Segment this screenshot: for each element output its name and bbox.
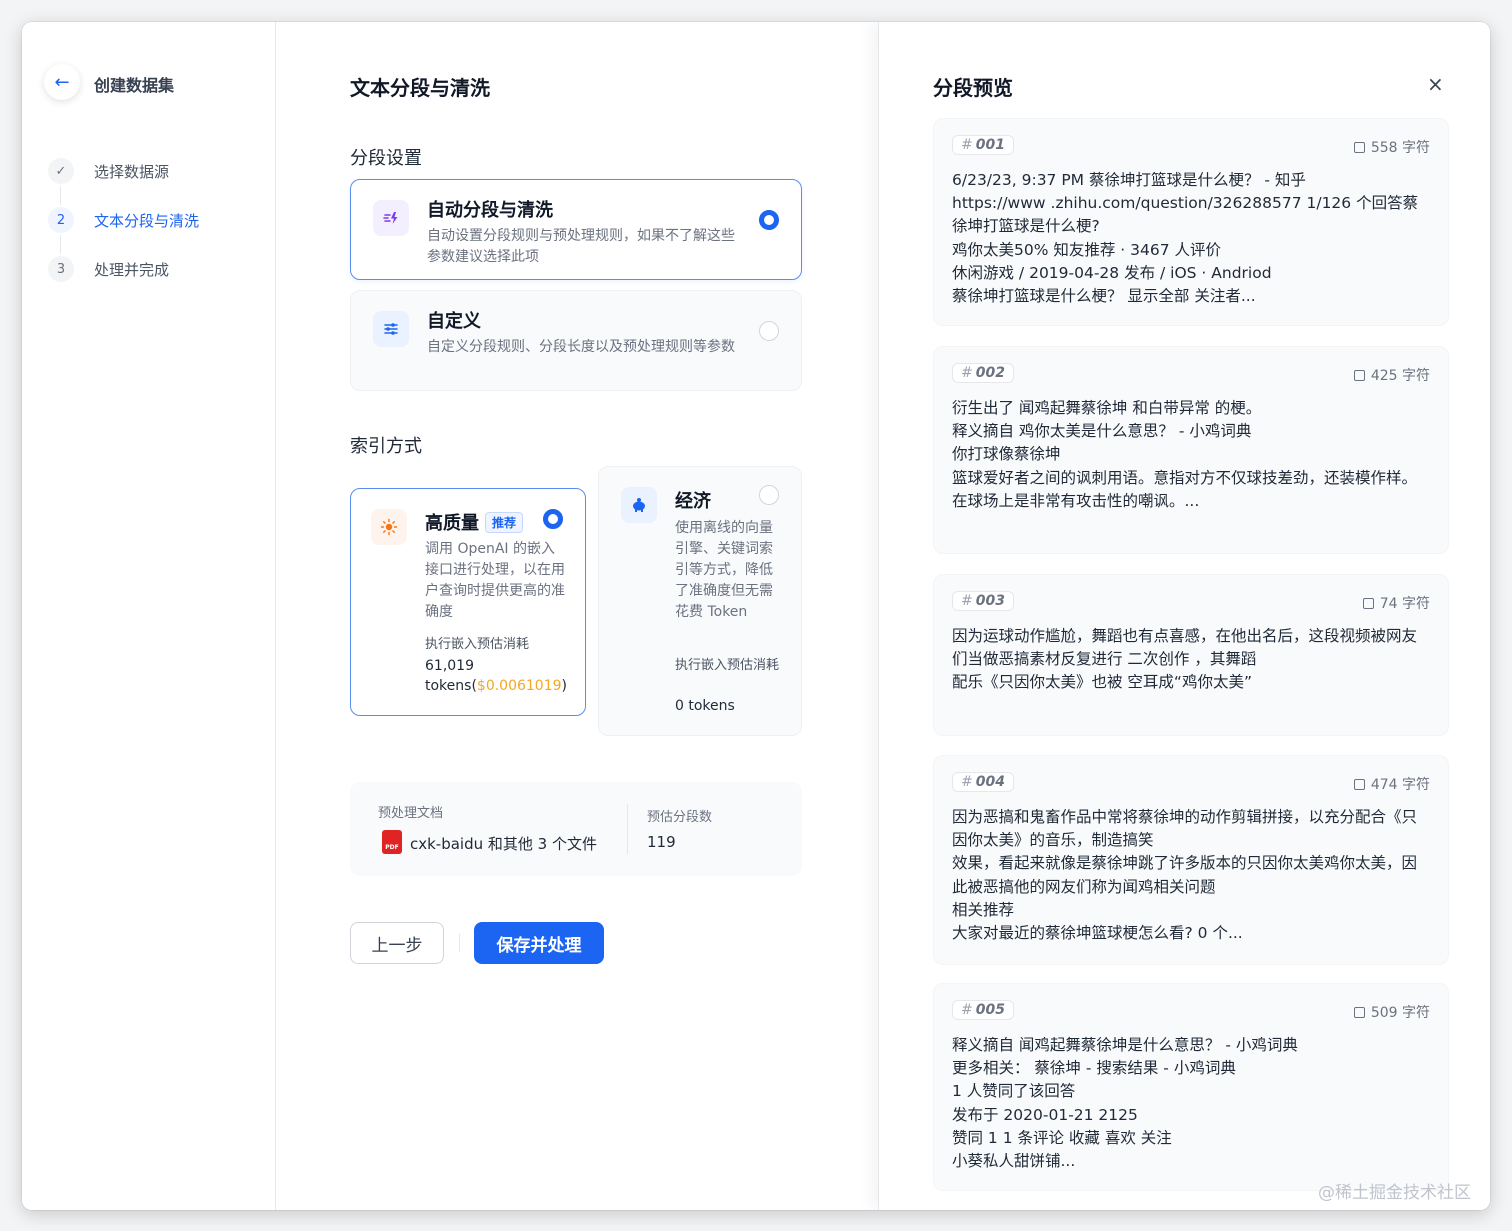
- main-panel: 文本分段与清洗 分段设置 自动分段与清洗 自动设置分段规则与预处理规则，如果不了…: [276, 22, 878, 1210]
- watermark: @稀土掘金技术社区: [1318, 1183, 1471, 1203]
- page-title: 文本分段与清洗: [350, 76, 490, 100]
- chunk-char-count: 558 字符: [1353, 137, 1430, 157]
- step-label: 处理并完成: [94, 261, 170, 279]
- prev-step-button[interactable]: 上一步: [350, 922, 444, 964]
- document-icon: [1353, 779, 1365, 790]
- document-icon: [1353, 370, 1365, 381]
- chunk-char-count: 425 字符: [1353, 365, 1430, 385]
- chunk-id: #005: [952, 1000, 1014, 1020]
- step-list: ✓ 选择数据源 2 文本分段与清洗 3 处理并完成: [48, 158, 199, 305]
- chunk-text: 因为运球动作尴尬，舞蹈也有点喜感，在他出名后，这段视频被网友们当做恶搞素材反复进…: [952, 627, 1418, 692]
- chunk-char-count: 474 字符: [1353, 774, 1430, 794]
- segment-option-custom[interactable]: 自定义 自定义分段规则、分段长度以及预处理规则等参数: [350, 290, 802, 391]
- preview-chunk: #005 509 字符 释义摘自 闻鸡起舞蔡徐坤是什么意思？ - 小鸡词典 更多…: [933, 983, 1449, 1191]
- doc-value: cxk-baidu 和其他 3 个文件: [410, 835, 597, 853]
- segment-count-value: 119: [647, 833, 676, 851]
- cost-price: $0.0061019: [476, 678, 562, 694]
- preview-chunk: #004 474 字符 因为恶搞和鬼畜作品中常将蔡徐坤的动作剪辑拼接，以充分配合…: [933, 755, 1449, 965]
- step-select-source[interactable]: ✓ 选择数据源: [48, 158, 199, 207]
- chunk-char-count: 74 字符: [1362, 593, 1430, 613]
- cost-label: 执行嵌入预估消耗: [675, 658, 780, 673]
- cost-value: 61,019 tokens($0.0061019): [425, 658, 567, 694]
- document-icon: [1353, 142, 1365, 153]
- doc-label: 预处理文档: [378, 806, 444, 821]
- chunk-char-count: 509 字符: [1353, 1002, 1430, 1022]
- preview-title: 分段预览: [933, 76, 1013, 100]
- radio-selected[interactable]: [759, 210, 779, 230]
- document-icon: [1362, 598, 1374, 609]
- save-and-process-button[interactable]: 保存并处理: [474, 922, 604, 964]
- chunk-id: #001: [952, 135, 1014, 155]
- segment-option-auto[interactable]: 自动分段与清洗 自动设置分段规则与预处理规则，如果不了解这些参数建议选择此项: [350, 179, 802, 280]
- step-label: 选择数据源: [94, 163, 170, 181]
- back-button[interactable]: ←: [44, 64, 80, 100]
- divider: [459, 934, 460, 952]
- index-option-desc: 调用 OpenAI 的嵌入接口进行处理，以在用户查询时提供更高的准确度: [425, 541, 565, 620]
- check-icon: ✓: [48, 158, 74, 184]
- index-option-economy[interactable]: 经济 使用离线的向量引擎、关键词索引等方式，降低了准确度但无需花费 Token …: [598, 466, 802, 736]
- sidebar: ← 创建数据集 ✓ 选择数据源 2 文本分段与清洗 3 处理并完成: [22, 22, 276, 1210]
- index-option-desc: 使用离线的向量引擎、关键词索引等方式，降低了准确度但无需花费 Token: [675, 520, 773, 620]
- segment-preview-panel: 分段预览 × #001 558 字符 6/23/23, 9:37 PM 蔡徐坤打…: [878, 22, 1490, 1210]
- document-icon: [1353, 1007, 1365, 1018]
- close-icon[interactable]: ×: [1427, 72, 1444, 96]
- segment-section-title: 分段设置: [350, 148, 422, 169]
- index-option-name: 高质量 推荐: [425, 509, 524, 535]
- step-connector: [60, 186, 61, 205]
- chunk-text: 6/23/23, 9:37 PM 蔡徐坤打篮球是什么梗？ - 知乎 https:…: [952, 171, 1419, 306]
- segment-count-label: 预估分段数: [647, 810, 713, 825]
- summary-panel: 预处理文档 PDF cxk-baidu 和其他 3 个文件 预估分段数 119: [350, 782, 802, 876]
- index-option-name: 经济: [675, 491, 711, 512]
- step-process-finish[interactable]: 3 处理并完成: [48, 256, 199, 305]
- index-section-title: 索引方式: [350, 436, 422, 457]
- sun-icon: [371, 509, 407, 545]
- segment-option-name: 自动分段与清洗: [427, 200, 553, 221]
- segment-option-desc: 自定义分段规则、分段长度以及预处理规则等参数: [427, 339, 735, 355]
- chunk-id: #002: [952, 363, 1014, 383]
- index-option-high-quality[interactable]: 高质量 推荐 调用 OpenAI 的嵌入接口进行处理，以在用户查询时提供更高的准确…: [350, 488, 586, 716]
- piggy-bank-icon: [621, 487, 657, 523]
- step-text-segment[interactable]: 2 文本分段与清洗: [48, 207, 199, 256]
- chunk-text: 释义摘自 闻鸡起舞蔡徐坤是什么意思？ - 小鸡词典 更多相关： 蔡徐坤 - 搜索…: [952, 1036, 1298, 1171]
- sliders-icon: [373, 311, 409, 347]
- chunk-id: #004: [952, 772, 1014, 792]
- radio-unselected[interactable]: [759, 321, 779, 341]
- preview-chunk: #003 74 字符 因为运球动作尴尬，舞蹈也有点喜感，在他出名后，这段视频被网…: [933, 574, 1449, 736]
- preview-chunk: #001 558 字符 6/23/23, 9:37 PM 蔡徐坤打篮球是什么梗？…: [933, 118, 1449, 326]
- app-window: ← 创建数据集 ✓ 选择数据源 2 文本分段与清洗 3 处理并完成 文本分段与清…: [22, 22, 1490, 1210]
- recommend-badge: 推荐: [485, 512, 524, 533]
- divider: [627, 804, 628, 854]
- step-number: 3: [48, 256, 74, 282]
- preview-chunk: #002 425 字符 衍生出了 闻鸡起舞蔡徐坤 和白带异常 的梗。 释义摘自 …: [933, 346, 1449, 554]
- cost-label: 执行嵌入预估消耗: [425, 637, 530, 652]
- chunk-id: #003: [952, 591, 1014, 611]
- chunk-text: 因为恶搞和鬼畜作品中常将蔡徐坤的动作剪辑拼接，以充分配合《只因你太美》的音乐，制…: [952, 808, 1418, 943]
- sidebar-title: 创建数据集: [94, 76, 175, 95]
- lightning-icon: [373, 200, 409, 236]
- step-number: 2: [48, 207, 74, 233]
- step-connector: [60, 235, 61, 254]
- pdf-file-icon: PDF: [382, 830, 402, 854]
- chunk-text: 衍生出了 闻鸡起舞蔡徐坤 和白带异常 的梗。 释义摘自 鸡你太美是什么意思？ -…: [952, 399, 1418, 510]
- arrow-left-icon: ←: [54, 71, 70, 93]
- segment-option-name: 自定义: [427, 311, 481, 332]
- step-label: 文本分段与清洗: [94, 212, 200, 230]
- cost-value: 0 tokens: [675, 698, 735, 714]
- radio-unselected[interactable]: [759, 485, 779, 505]
- radio-selected[interactable]: [543, 509, 563, 529]
- segment-option-desc: 自动设置分段规则与预处理规则，如果不了解这些参数建议选择此项: [427, 228, 735, 265]
